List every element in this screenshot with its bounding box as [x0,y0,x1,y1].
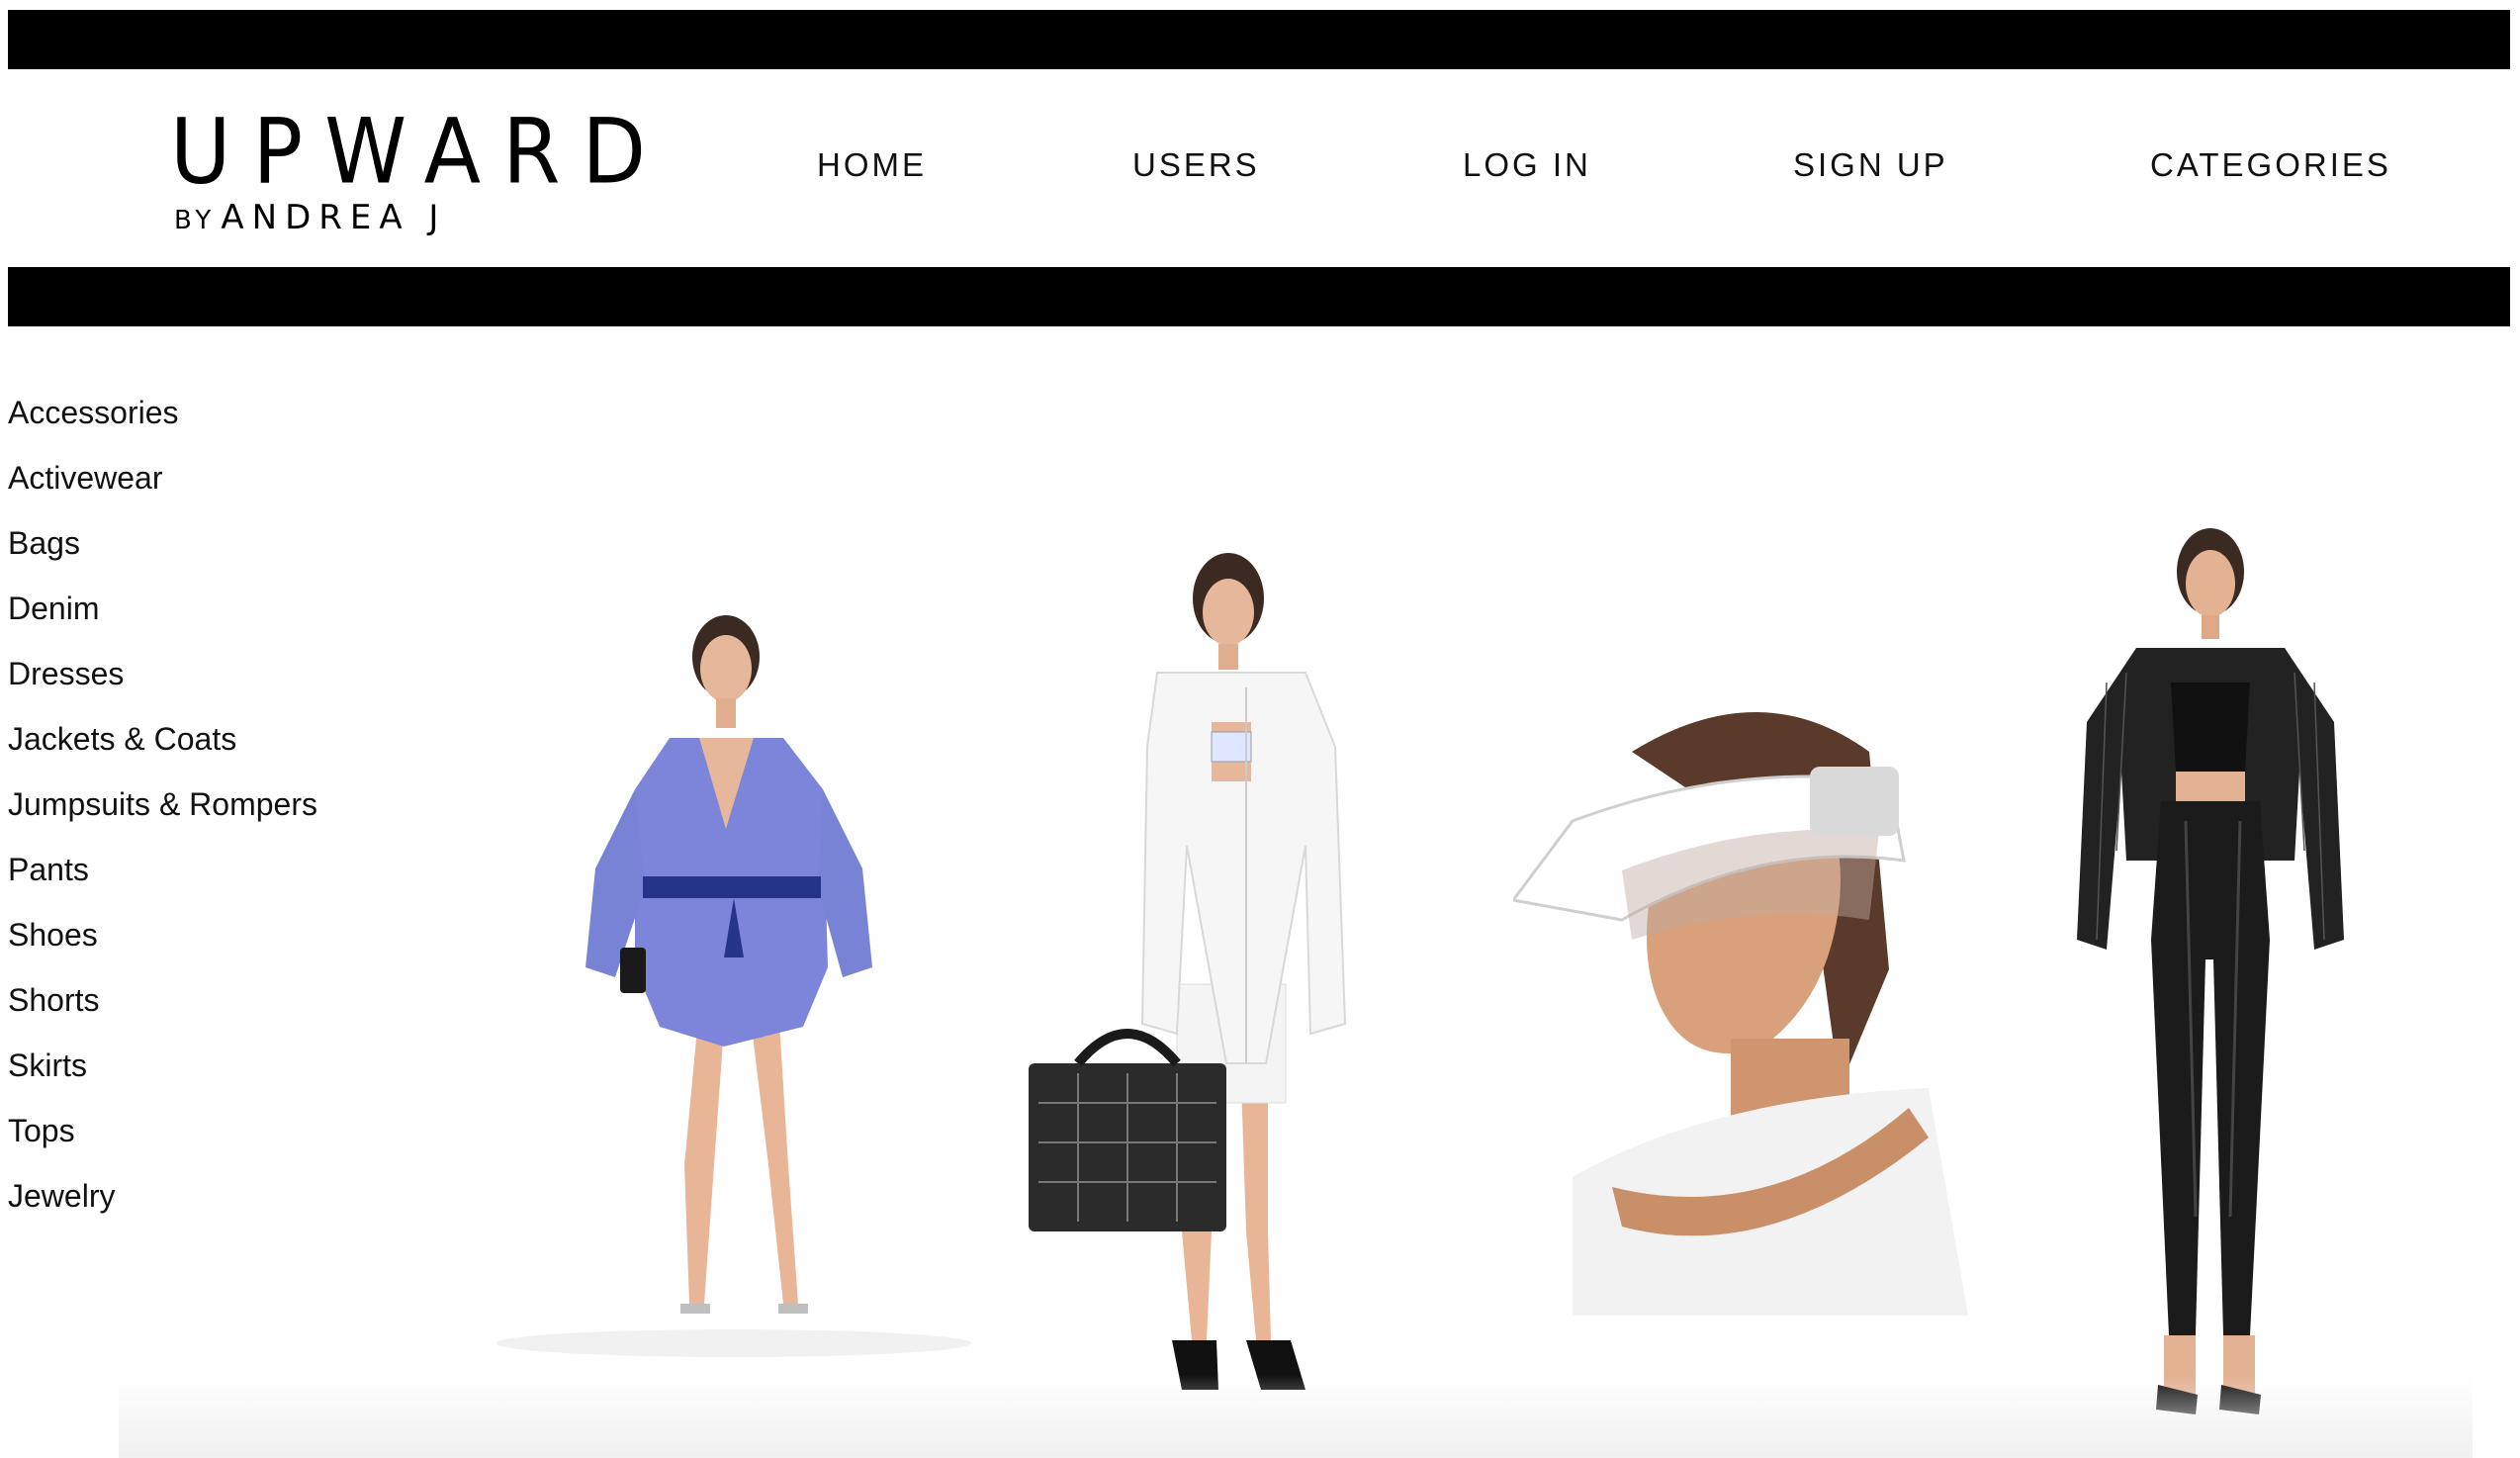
model-white-visor-illustration [1513,673,1968,1316]
category-item-accessories[interactable]: Accessories [8,388,317,453]
model-blue-dress-illustration [487,611,981,1363]
category-item-jewelry[interactable]: Jewelry [8,1171,317,1236]
category-item-activewear[interactable]: Activewear [8,453,317,518]
header-bottom-bar [8,267,2510,326]
nav-users[interactable]: USERS [1132,146,1260,184]
category-item-pants[interactable]: Pants [8,845,317,910]
floor-shadow [119,1375,2473,1458]
product-image-black-blazer[interactable] [2047,524,2374,1434]
nav-home[interactable]: HOME [817,146,927,184]
category-item-shoes[interactable]: Shoes [8,910,317,975]
nav-sign-up[interactable]: SIGN UP [1793,146,1948,184]
brand-by: BY [174,206,217,235]
category-item-shorts[interactable]: Shorts [8,975,317,1041]
brand-logo[interactable]: UPWARD BY ANDREA J [170,107,646,237]
category-item-jumpsuits-rompers[interactable]: Jumpsuits & Rompers [8,779,317,845]
category-item-bags[interactable]: Bags [8,518,317,584]
category-item-jackets-coats[interactable]: Jackets & Coats [8,714,317,779]
brand-designer: ANDREA J [221,198,447,237]
header-top-bar [8,10,2510,69]
category-item-dresses[interactable]: Dresses [8,649,317,714]
nav-categories[interactable]: CATEGORIES [2150,146,2391,184]
product-image-white-jacket[interactable] [1009,549,1375,1429]
brand-byline: BY ANDREA J [174,198,446,237]
model-black-blazer-illustration [2047,524,2374,1434]
page: UPWARD BY ANDREA J HOME USERS LOG IN SIG… [0,0,2520,1458]
nav-log-in[interactable]: LOG IN [1463,146,1591,184]
category-sidebar: Accessories Activewear Bags Denim Dresse… [8,388,317,1236]
product-image-blue-dress[interactable] [487,611,981,1363]
category-item-denim[interactable]: Denim [8,584,317,649]
model-white-jacket-illustration [1009,549,1375,1429]
category-item-skirts[interactable]: Skirts [8,1041,317,1106]
brand-name: UPWARD [170,99,669,205]
category-item-tops[interactable]: Tops [8,1106,317,1171]
product-image-white-visor[interactable] [1513,673,1968,1316]
